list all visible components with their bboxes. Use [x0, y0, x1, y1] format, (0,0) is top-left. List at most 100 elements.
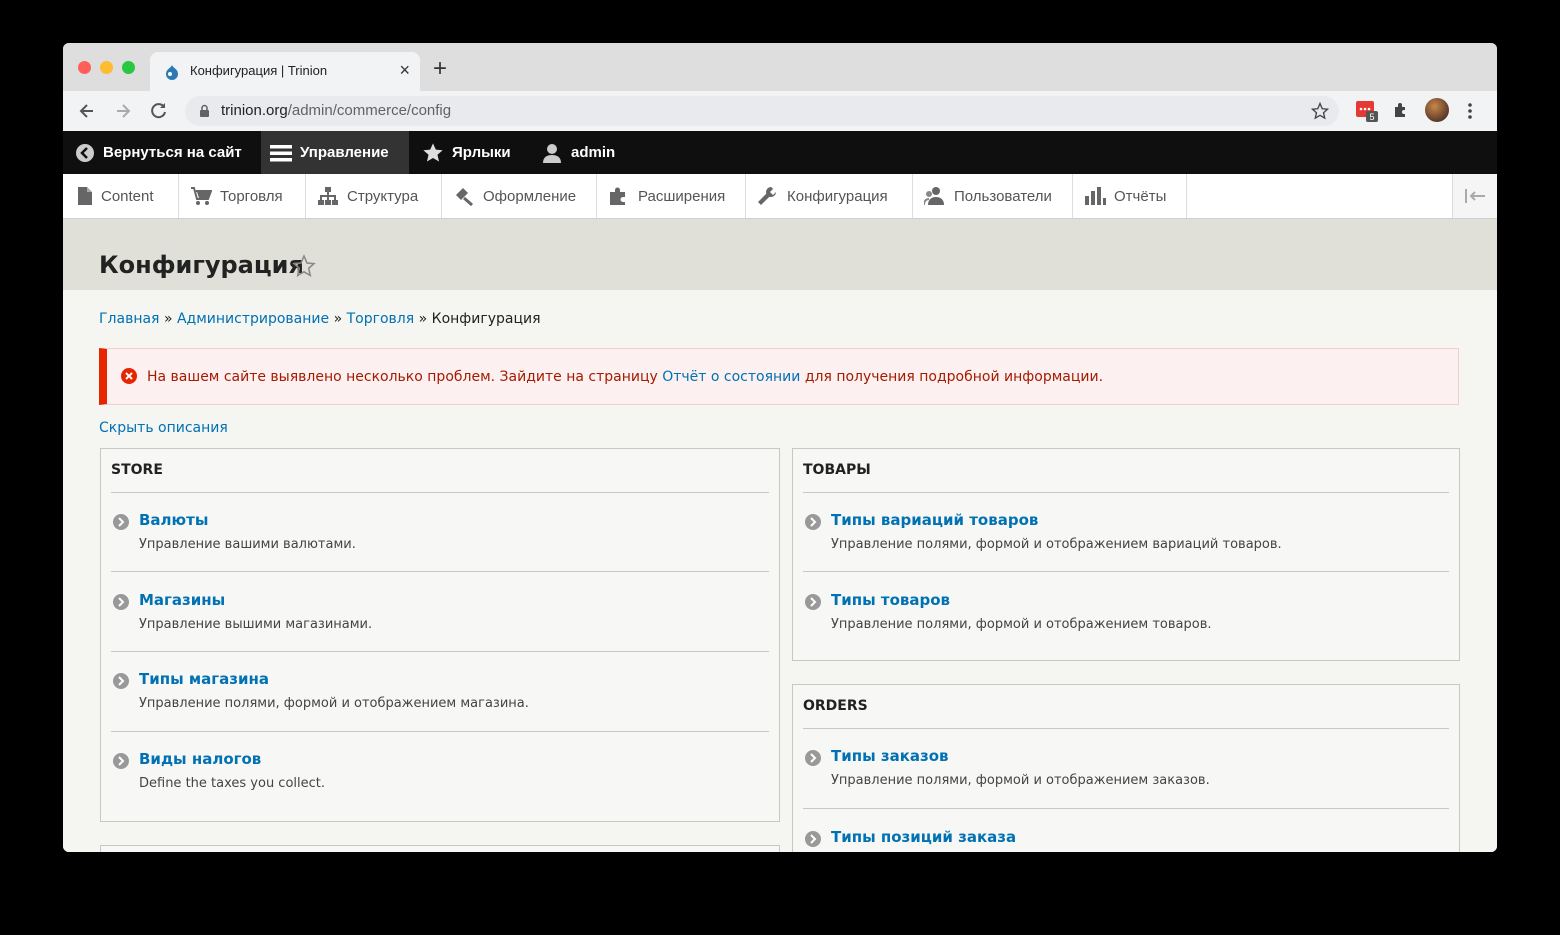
extension-badge: 5: [1369, 112, 1374, 122]
tray-item-content[interactable]: Content: [63, 174, 179, 218]
tray-item-structure[interactable]: Структура: [306, 174, 442, 218]
panel-products: ТОВАРЫ Типы вариаций товаров Управление …: [792, 448, 1460, 661]
toolbar-manage-label: Управление: [300, 144, 389, 161]
tab-title: Конфигурация | Trinion: [190, 63, 328, 78]
address-bar[interactable]: trinion.org/admin/commerce/config: [185, 96, 1339, 126]
admin-tray: Content Торговля Структура Оформление Ра…: [63, 174, 1497, 219]
divider: [111, 731, 769, 732]
alert-text-before: На вашем сайте выявлено несколько пробле…: [147, 369, 658, 385]
toolbar-back-to-site[interactable]: Вернуться на сайт: [63, 131, 254, 174]
tray-item-reports[interactable]: Отчёты: [1073, 174, 1187, 218]
hamburger-menu-icon: [270, 144, 292, 161]
panel-title: ТОВАРЫ: [803, 462, 871, 478]
panel-title: ORDERS: [803, 698, 868, 714]
url-path: /admin/commerce/config: [287, 102, 452, 119]
tray-item-configuration[interactable]: Конфигурация: [746, 174, 913, 218]
close-window-button[interactable]: [78, 61, 91, 74]
shortcut-star-icon[interactable]: [292, 254, 316, 278]
extension-calendar-icon[interactable]: 5: [1355, 99, 1379, 127]
entry-link[interactable]: Типы позиций заказа: [831, 828, 1016, 846]
new-tab-button[interactable]: +: [433, 57, 447, 81]
tray-item-appearance[interactable]: Оформление: [442, 174, 597, 218]
tray-item-label: Оформление: [483, 187, 577, 205]
minimize-window-button[interactable]: [100, 61, 113, 74]
main-content: Главная » Администрирование » Торговля »…: [63, 290, 1497, 852]
collapse-left-icon: [1465, 189, 1485, 203]
panel-next: [100, 845, 780, 852]
alert-message: На вашем сайте выявлено несколько пробле…: [147, 369, 1103, 385]
file-icon: [78, 187, 92, 205]
breadcrumb-link-commerce[interactable]: Торговля: [347, 311, 415, 327]
entry-description: Управление полями, формой и отображением…: [139, 696, 529, 711]
tray-item-people[interactable]: Пользователи: [913, 174, 1073, 218]
forward-arrow-icon[interactable]: [113, 101, 133, 121]
tray-orientation-toggle[interactable]: [1452, 174, 1497, 218]
user-icon: [543, 143, 561, 163]
wrench-icon: [758, 187, 776, 205]
browser-window: Конфигурация | Trinion × + trinion.org/a…: [63, 43, 1497, 852]
chevron-circle-icon: [805, 514, 821, 530]
star-filled-icon: [423, 143, 443, 162]
bookmark-star-icon[interactable]: [1311, 102, 1329, 120]
toolbar-back-label: Вернуться на сайт: [103, 144, 242, 161]
calendar-icon: 5: [1356, 101, 1378, 122]
status-report-link[interactable]: Отчёт о состоянии: [662, 369, 800, 385]
back-circle-icon: [76, 143, 94, 162]
breadcrumb-link-admin[interactable]: Администрирование: [177, 311, 329, 327]
divider: [803, 728, 1449, 729]
tab-close-icon[interactable]: ×: [399, 60, 410, 80]
chevron-circle-icon: [113, 594, 129, 610]
chevron-circle-icon: [113, 514, 129, 530]
reload-icon[interactable]: [149, 101, 169, 121]
entry-link[interactable]: Типы вариаций товаров: [831, 511, 1038, 529]
divider: [111, 651, 769, 652]
panel-title: STORE: [111, 462, 163, 478]
tray-item-label: Расширения: [638, 187, 726, 205]
toolbar-shortcuts-label: Ярлыки: [452, 144, 511, 161]
entry-description: Управление вашими валютами.: [139, 537, 356, 552]
panel-store: STORE Валюты Управление вашими валютами.…: [100, 448, 780, 822]
tray-item-commerce[interactable]: Торговля: [179, 174, 306, 218]
admin-toolbar: Вернуться на сайт Управление Ярлыки admi…: [63, 131, 1497, 174]
tray-item-label: Торговля: [220, 187, 283, 205]
entry-link[interactable]: Типы заказов: [831, 747, 949, 765]
address-row: trinion.org/admin/commerce/config 5: [63, 91, 1497, 131]
zoom-window-button[interactable]: [122, 61, 135, 74]
entry-link[interactable]: Типы товаров: [831, 591, 950, 609]
hide-descriptions-link[interactable]: Скрыть описания: [99, 420, 228, 436]
toolbar-manage[interactable]: Управление: [261, 131, 409, 174]
alert-text-after: для получения подробной информации.: [804, 369, 1104, 385]
error-alert: На вашем сайте выявлено несколько пробле…: [99, 348, 1459, 405]
entry-description: Управление вышими магазинами.: [139, 617, 373, 632]
tray-item-extend[interactable]: Расширения: [597, 174, 746, 218]
panel-orders: ORDERS Типы заказов Управление полями, ф…: [792, 684, 1460, 852]
back-arrow-icon[interactable]: [77, 101, 97, 121]
toolbar-user[interactable]: admin: [541, 131, 615, 174]
breadcrumb-current: Конфигурация: [431, 311, 541, 327]
entry-link[interactable]: Магазины: [139, 591, 225, 609]
profile-avatar[interactable]: [1425, 98, 1449, 122]
chevron-circle-icon: [805, 750, 821, 766]
extensions-puzzle-icon[interactable]: [1392, 101, 1410, 119]
tray-item-label: Конфигурация: [787, 187, 888, 205]
drupal-favicon-icon: [166, 65, 178, 80]
breadcrumb: Главная » Администрирование » Торговля »…: [99, 311, 541, 327]
chevron-circle-icon: [805, 831, 821, 847]
breadcrumb-link-home[interactable]: Главная: [99, 311, 159, 327]
chevron-circle-icon: [113, 753, 129, 769]
divider: [111, 492, 769, 493]
entry-description: Управление полями, формой и отображением…: [831, 617, 1212, 632]
entry-link[interactable]: Типы магазина: [139, 670, 269, 688]
toolbar-shortcuts[interactable]: Ярлыки: [422, 131, 511, 174]
toolbar-user-label: admin: [571, 144, 616, 161]
hierarchy-icon: [318, 187, 338, 205]
tray-item-label: Content: [101, 187, 154, 205]
paintbrush-icon: [456, 188, 473, 206]
browser-tab[interactable]: Конфигурация | Trinion ×: [150, 52, 420, 91]
entry-link[interactable]: Валюты: [139, 511, 208, 529]
entry-link[interactable]: Виды налогов: [139, 750, 261, 768]
entry-description: Define the taxes you collect.: [139, 776, 326, 791]
browser-menu-icon[interactable]: [1467, 102, 1473, 120]
shopping-cart-icon: [191, 187, 212, 205]
divider: [803, 492, 1449, 493]
